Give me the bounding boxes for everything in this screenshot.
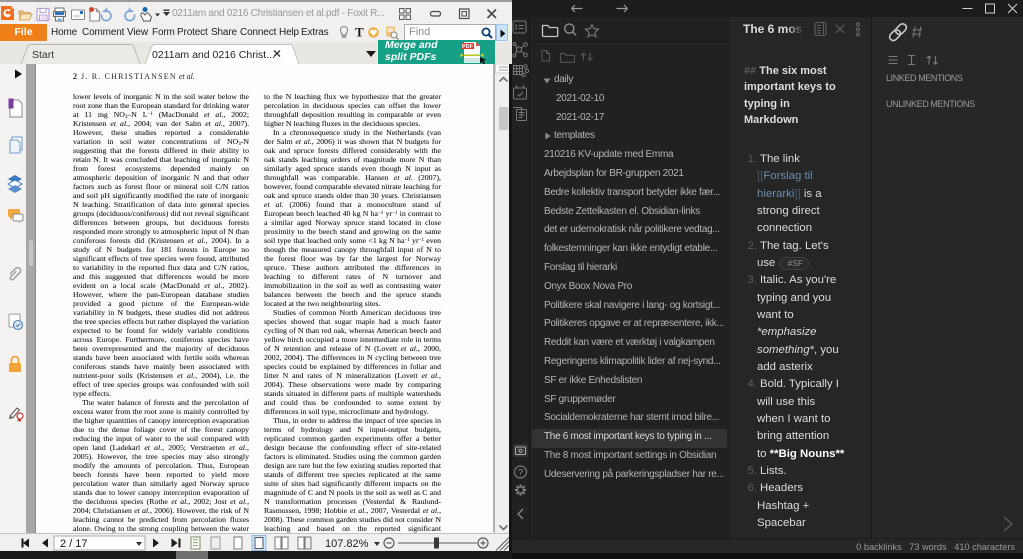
- svg-text:2 / 17: 2 / 17: [60, 538, 88, 550]
- svg-text:107.82%: 107.82%: [325, 538, 369, 550]
- svg-text:Start: Start: [32, 49, 54, 61]
- svg-text:PDF: PDF: [462, 44, 474, 50]
- svg-text:T: T: [355, 25, 364, 40]
- svg-text:?: ?: [518, 468, 523, 478]
- svg-text:0211am and 0216 Christ...: 0211am and 0216 Christ...: [152, 49, 275, 61]
